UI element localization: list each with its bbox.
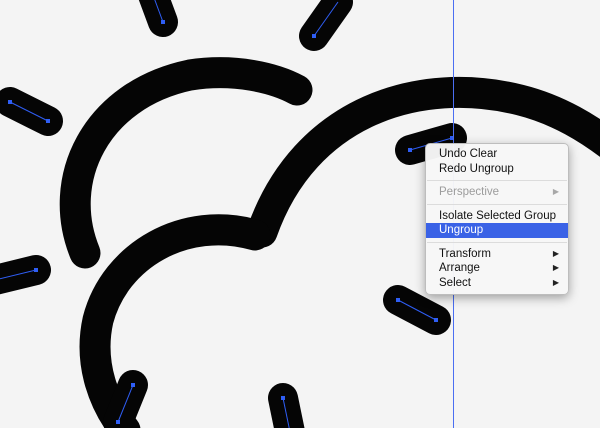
anchor-point[interactable]	[312, 34, 316, 38]
menu-item-redo-ungroup[interactable]: Redo Ungroup	[426, 162, 568, 177]
menu-item-transform[interactable]: Transform ▶	[426, 247, 568, 262]
menu-separator	[427, 203, 567, 205]
triangle-right-icon: ▶	[552, 187, 559, 196]
menu-item-undo-clear[interactable]: Undo Clear	[426, 147, 568, 162]
menu-separator	[427, 180, 567, 181]
anchor-point[interactable]	[116, 420, 120, 424]
menu-item-label: Redo Ungroup	[439, 162, 514, 175]
artboard-canvas[interactable]: Undo Clear Redo Ungroup Perspective ▶ Is…	[0, 0, 600, 428]
menu-item-perspective: Perspective ▶	[426, 185, 568, 200]
menu-item-select[interactable]: Select ▶	[426, 276, 568, 291]
menu-item-label: Transform	[439, 247, 491, 260]
context-menu: Undo Clear Redo Ungroup Perspective ▶ Is…	[425, 143, 569, 295]
menu-item-arrange[interactable]: Arrange ▶	[426, 261, 568, 276]
triangle-right-icon: ▶	[552, 263, 559, 272]
anchor-point[interactable]	[34, 268, 38, 272]
anchor-point[interactable]	[281, 396, 285, 400]
menu-item-label: Select	[439, 276, 471, 289]
triangle-right-icon: ▶	[552, 248, 559, 258]
menu-item-label: Undo Clear	[439, 148, 498, 160]
triangle-right-icon: ▶	[552, 277, 559, 287]
anchor-point[interactable]	[408, 148, 412, 152]
anchor-point[interactable]	[161, 20, 165, 24]
menu-item-isolate-selected-group[interactable]: Isolate Selected Group	[426, 209, 568, 224]
anchor-point[interactable]	[46, 119, 50, 123]
anchor-point[interactable]	[396, 298, 400, 302]
menu-separator	[427, 241, 567, 243]
anchor-point[interactable]	[434, 318, 438, 322]
menu-item-label: Perspective	[439, 186, 500, 198]
anchor-point[interactable]	[8, 100, 12, 104]
menu-item-label: Isolate Selected Group	[439, 209, 556, 222]
anchor-point[interactable]	[131, 383, 135, 387]
menu-item-label: Arrange	[439, 262, 480, 274]
menu-item-ungroup[interactable]: Ungroup	[426, 223, 568, 238]
menu-item-label: Ungroup	[439, 224, 484, 236]
